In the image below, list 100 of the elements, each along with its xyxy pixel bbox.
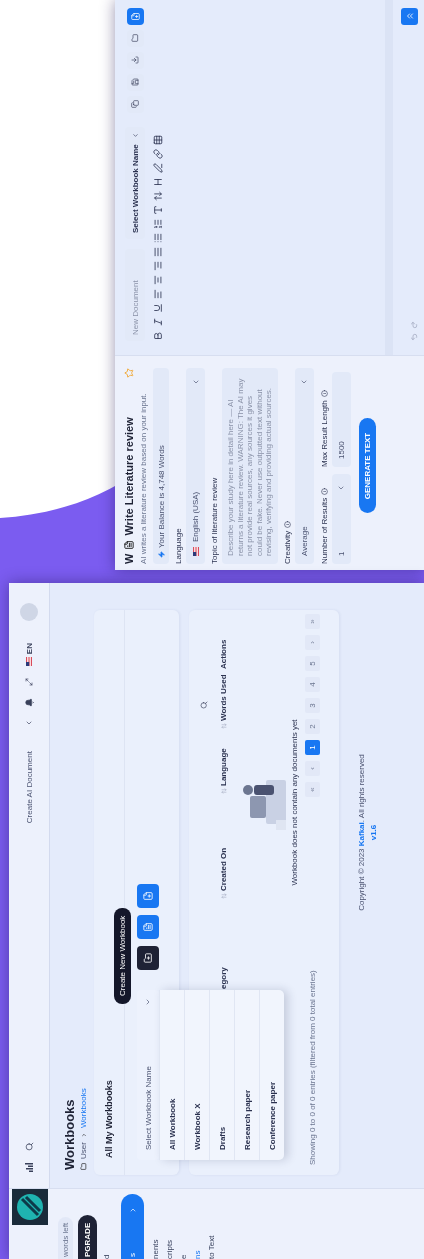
page-button[interactable]: » (305, 614, 320, 629)
tooltip: Create New Workbook (114, 907, 131, 1004)
field-label: Number of Results (319, 497, 329, 564)
align-left-icon[interactable] (153, 289, 163, 299)
sidebar-item[interactable]: nents (151, 1239, 160, 1259)
bell-icon[interactable] (24, 698, 34, 708)
sidebar-item[interactable]: d (102, 1254, 111, 1259)
star-button[interactable] (124, 368, 134, 378)
undo-icon[interactable] (410, 333, 418, 341)
column-header[interactable]: Created On (219, 847, 228, 891)
align-right-icon[interactable] (153, 261, 163, 271)
page-button[interactable]: 2 (305, 719, 320, 734)
page-button[interactable]: 3 (305, 698, 320, 713)
bolt-icon (157, 551, 165, 558)
create-workbook-button[interactable] (137, 946, 159, 970)
sidebar-item[interactable]: e (179, 1254, 188, 1259)
font-icon[interactable] (153, 205, 163, 215)
folder-icon (131, 34, 139, 43)
collapse-button[interactable] (401, 8, 418, 25)
chevron-icon (300, 378, 308, 386)
bold-icon[interactable] (153, 331, 163, 341)
chevron-icon (144, 998, 152, 1006)
redo-icon[interactable] (410, 321, 418, 329)
sort-icon[interactable] (220, 788, 227, 794)
document-button[interactable] (137, 915, 159, 939)
results-select[interactable]: 1 (331, 474, 351, 564)
page-button[interactable]: 1 (305, 740, 320, 755)
language-code[interactable]: EN (24, 643, 34, 655)
underline-icon[interactable] (153, 303, 163, 313)
document-icon (143, 922, 153, 932)
info-icon (283, 520, 291, 528)
bar-chart-icon[interactable] (25, 1163, 33, 1172)
italic-icon[interactable] (153, 317, 163, 327)
sort-icon[interactable] (220, 723, 227, 729)
field-label: Max Result Length (319, 400, 329, 467)
sidebar-item[interactable]: ns (193, 1250, 202, 1259)
copyright-text: Copyright © 2023 Kafkai. All rights reserved (357, 754, 366, 911)
generate-button[interactable]: GENERATE TEXT (358, 418, 376, 514)
heading-icon[interactable] (153, 177, 163, 187)
menu-item[interactable]: All Workbook (159, 990, 184, 1160)
us-flag-icon (26, 657, 32, 667)
table-icon[interactable] (153, 135, 163, 145)
align-center-icon[interactable] (153, 275, 163, 285)
select-placeholder: Select Workbook Name (143, 1066, 153, 1150)
length-input[interactable]: 1500 (331, 372, 351, 467)
numbered-list-icon[interactable] (153, 219, 163, 229)
column-header[interactable]: Words Used (219, 674, 228, 721)
select-placeholder: Select Workbook Name (130, 144, 140, 233)
file-plus-icon (143, 891, 153, 901)
logo-icon (12, 1189, 48, 1225)
select-value: Average (299, 526, 309, 556)
sidebar-item[interactable]: s (121, 1194, 144, 1259)
card-title: All My Workbooks (104, 1080, 114, 1158)
page-button[interactable]: « (305, 782, 320, 797)
tool-subtitle: AI writes a literature review based on your input. (139, 392, 148, 564)
tool-title: Write Literature review (123, 416, 135, 536)
field-label: Language (174, 527, 183, 564)
breadcrumb-link[interactable]: User (79, 1142, 88, 1159)
bullet-list-icon[interactable] (153, 233, 163, 243)
add-document-button[interactable] (137, 884, 159, 908)
language-select[interactable]: English (USA) (186, 368, 205, 564)
breadcrumb-link[interactable]: Workbooks (79, 1088, 88, 1129)
empty-message: Workbook does not contain any documents yet (290, 719, 299, 886)
select-value: 1 (336, 551, 346, 556)
search-icon[interactable] (24, 1142, 34, 1151)
language-value: English (USA) (191, 491, 200, 542)
fullscreen-icon[interactable] (25, 678, 33, 687)
field-label: Topic of literature review (210, 476, 219, 564)
line-height-icon[interactable] (153, 191, 163, 201)
copy-icon (131, 100, 139, 109)
creativity-select[interactable]: Average (294, 368, 314, 564)
header-title[interactable]: Create AI Document (24, 751, 34, 824)
column-header[interactable]: Language (219, 748, 228, 786)
double-chevron-icon (404, 11, 415, 22)
chevron-icon (191, 378, 200, 386)
title-letter: W (123, 553, 135, 564)
sidebar-item[interactable]: to Text (207, 1235, 216, 1259)
page-title: Workbooks (62, 1098, 77, 1170)
chevron-icon (337, 484, 345, 492)
chevron-icon (128, 1206, 137, 1214)
upgrade-button[interactable]: PGRADE (78, 1214, 97, 1259)
column-header[interactable]: Actions (219, 639, 228, 669)
page-button[interactable]: 4 (305, 677, 320, 692)
version-text: v1.6 (369, 824, 378, 841)
page-button[interactable]: › (305, 635, 320, 650)
field-label: Creativity (282, 530, 292, 564)
entries-info: Showing 0 to 0 of 0 entries (filtered from 0 total entries) (308, 970, 317, 1165)
link-icon[interactable] (153, 149, 163, 159)
folder-icon (80, 1163, 87, 1170)
sidebar-item[interactable]: cripts (165, 1239, 174, 1259)
column-header[interactable]: egory (219, 967, 228, 989)
align-justify-icon[interactable] (153, 247, 163, 257)
page-button[interactable]: ‹ (305, 761, 320, 776)
info-icon (320, 487, 328, 495)
info-icon (320, 390, 328, 398)
new-document-button[interactable] (126, 8, 144, 25)
words-left-chip: words left (58, 1216, 73, 1259)
pen-icon[interactable] (153, 163, 163, 173)
page-button[interactable]: 5 (305, 656, 320, 671)
sort-icon[interactable] (220, 893, 227, 899)
